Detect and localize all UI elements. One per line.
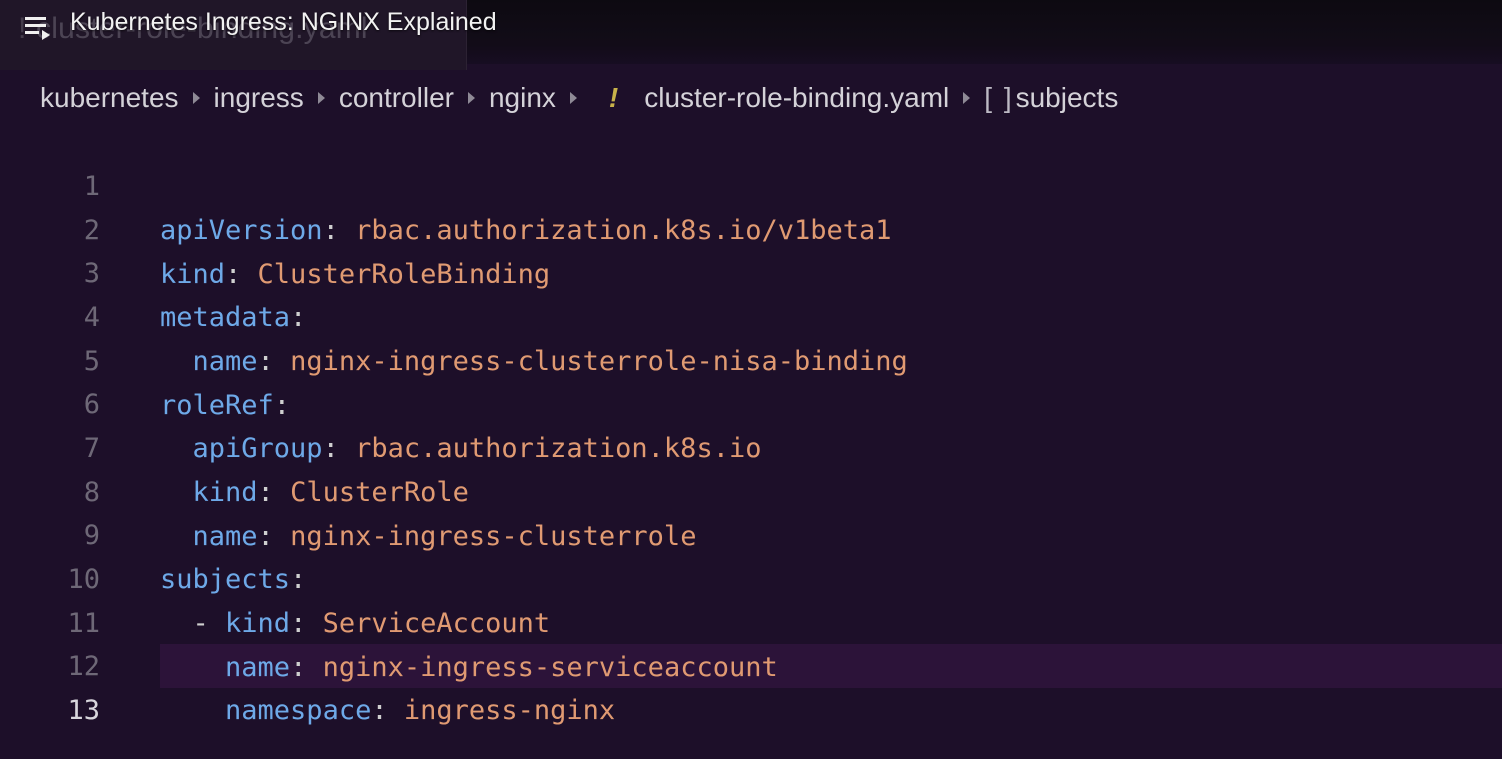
code-line[interactable]: 1 apiVersion: rbac.authorization.k8s.io/…: [0, 121, 1502, 246]
breadcrumb: kubernetes ingress controller nginx ! cl…: [40, 78, 1118, 118]
code-line[interactable]: 2 kind: ClusterRoleBinding: [0, 165, 1502, 290]
code-line[interactable]: 3 metadata:: [0, 208, 1502, 333]
chevron-right-icon: [569, 92, 577, 104]
code-line[interactable]: 8 name: nginx-ingress-clusterrole: [0, 427, 1502, 552]
code-line[interactable]: 7 kind: ClusterRole: [0, 383, 1502, 508]
yaml-colon: :: [371, 695, 404, 726]
yaml-key: namespace: [225, 695, 372, 726]
chevron-right-icon: [317, 92, 325, 104]
yaml-value: ingress-nginx: [403, 695, 616, 726]
breadcrumb-item-nginx[interactable]: nginx: [489, 82, 556, 114]
code-line[interactable]: 11 name: nginx-ingress-serviceaccount: [0, 558, 1502, 683]
breadcrumb-item-kubernetes[interactable]: kubernetes: [40, 82, 179, 114]
code-editor[interactable]: 1 apiVersion: rbac.authorization.k8s.io/…: [0, 121, 1502, 759]
code-line[interactable]: 10 - kind: ServiceAccount: [0, 514, 1502, 639]
breadcrumb-item-symbol[interactable]: subjects: [1016, 82, 1119, 114]
playlist-menu-icon[interactable]: [24, 15, 52, 43]
breadcrumb-item-ingress[interactable]: ingress: [214, 82, 304, 114]
code-line[interactable]: 5 roleRef:: [0, 296, 1502, 421]
video-title[interactable]: Kubernetes Ingress: NGINX Explained: [70, 8, 497, 37]
breadcrumb-item-file[interactable]: cluster-role-binding.yaml: [644, 82, 949, 114]
code-line[interactable]: 12 namespace: ingress-nginx: [0, 601, 1502, 726]
code-line[interactable]: 4 name: nginx-ingress-clusterrole-nisa-b…: [0, 252, 1502, 377]
chevron-right-icon: [192, 92, 200, 104]
code-line[interactable]: 6 apiGroup: rbac.authorization.k8s.io: [0, 339, 1502, 464]
code-line-active[interactable]: 13: [0, 645, 1502, 726]
code-line[interactable]: 9 subjects:: [0, 470, 1502, 595]
chevron-right-icon: [963, 92, 971, 104]
video-frame: ! cluster-role-binding.yaml Kubernetes I…: [0, 0, 1502, 759]
breadcrumb-item-controller[interactable]: controller: [339, 82, 454, 114]
chevron-right-icon: [467, 92, 475, 104]
line-number: 13: [67, 695, 100, 726]
array-symbol-icon: [ ]: [984, 82, 1014, 113]
yaml-file-icon: !: [608, 82, 619, 113]
